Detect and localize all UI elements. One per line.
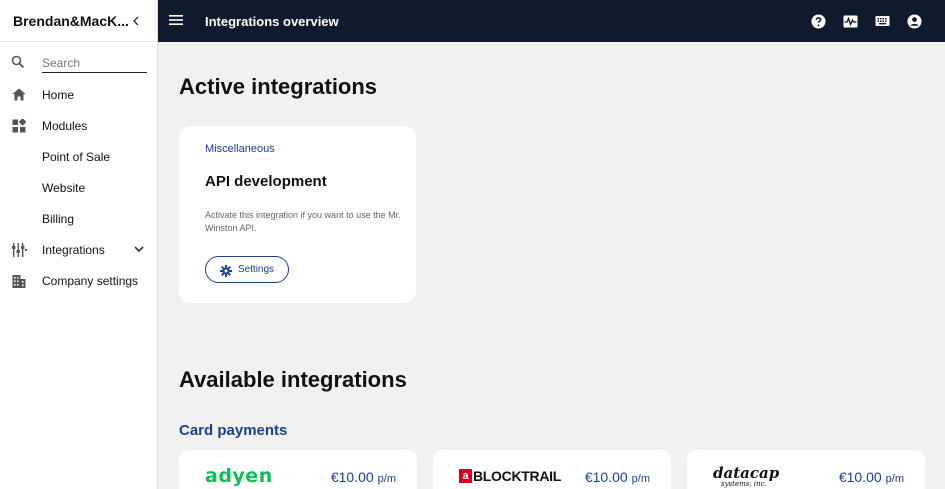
building-icon: [11, 273, 27, 289]
sidebar-item-billing[interactable]: Billing: [0, 203, 157, 234]
chevron-down-icon[interactable]: [133, 243, 145, 255]
sidebar-item-label: Point of Sale: [42, 149, 111, 164]
menu-icon[interactable]: [169, 13, 185, 29]
integration-category: Miscellaneous: [205, 143, 275, 155]
sidebar-item-label: Billing: [42, 211, 75, 226]
price-amount: €10.00: [584, 469, 628, 485]
integration-card-datacap[interactable]: datacap systems, inc. €10.00 p/m: [687, 450, 925, 489]
price: €10.00 p/m: [585, 469, 650, 485]
active-integrations-heading: Active integrations: [179, 74, 378, 99]
integrations-icon: [11, 242, 27, 258]
available-integrations-heading: Available integrations: [179, 367, 407, 392]
sidebar-item-label: Company settings: [42, 273, 139, 288]
sidebar: Brendan&MacK... Home Modules Point of Sa…: [0, 0, 158, 489]
sidebar-item-home[interactable]: Home: [0, 79, 157, 110]
integration-card-blocktrail[interactable]: a BLOCKTRAIL €10.00 p/m: [433, 450, 671, 489]
adyen-logo: adyen: [205, 465, 273, 487]
integration-title: API development: [205, 173, 327, 190]
section-title-card-payments: Card payments: [179, 422, 288, 439]
integration-description: Activate this integration if you want to…: [205, 210, 401, 233]
sidebar-item-modules[interactable]: Modules: [0, 110, 157, 141]
gear-icon: [219, 264, 232, 277]
search-icon: [11, 55, 27, 71]
keyboard-icon[interactable]: [874, 13, 890, 29]
sidebar-item-label: Website: [42, 180, 86, 195]
page-title: Integrations overview: [205, 13, 339, 29]
settings-button-label: Settings: [237, 264, 275, 275]
account-icon[interactable]: [906, 13, 922, 29]
sidebar-item-integrations[interactable]: Integrations: [0, 234, 157, 265]
sidebar-nav: Home Modules Point of Sale Website Billi…: [0, 79, 157, 296]
price-unit: p/m: [631, 473, 650, 485]
price-amount: €10.00: [838, 469, 882, 485]
sidebar-item-label: Modules: [42, 118, 88, 133]
chevron-left-icon[interactable]: [129, 14, 143, 28]
price-unit: p/m: [885, 473, 904, 485]
modules-icon: [11, 118, 27, 134]
blocktrail-logo: a BLOCKTRAIL: [459, 466, 561, 486]
sidebar-item-label: Home: [42, 87, 75, 102]
brand-header: Brendan&MacK...: [0, 0, 157, 42]
activity-icon[interactable]: [842, 13, 858, 29]
brand-name: Brendan&MacK...: [13, 12, 129, 29]
sidebar-item-website[interactable]: Website: [0, 172, 157, 203]
search-row: [0, 48, 157, 78]
search-input[interactable]: [42, 53, 147, 73]
price: €10.00 p/m: [331, 469, 396, 485]
integration-card-adyen[interactable]: adyen €10.00 p/m: [179, 450, 417, 489]
sidebar-item-company-settings[interactable]: Company settings: [0, 265, 157, 296]
sidebar-item-point-of-sale[interactable]: Point of Sale: [0, 141, 157, 172]
help-icon[interactable]: [810, 13, 826, 29]
price-unit: p/m: [377, 473, 396, 485]
datacap-logo: datacap systems, inc.: [713, 464, 780, 489]
topbar-actions: [794, 13, 922, 29]
sidebar-item-label: Integrations: [42, 242, 105, 257]
price-amount: €10.00: [330, 469, 374, 485]
integration-card-api-development: Miscellaneous API development Activate t…: [179, 126, 416, 303]
topbar: Integrations overview: [158, 0, 945, 42]
settings-button[interactable]: Settings: [205, 256, 289, 283]
main-content: Active integrations Miscellaneous API de…: [158, 42, 945, 489]
home-icon: [11, 87, 27, 103]
price: €10.00 p/m: [839, 469, 904, 485]
